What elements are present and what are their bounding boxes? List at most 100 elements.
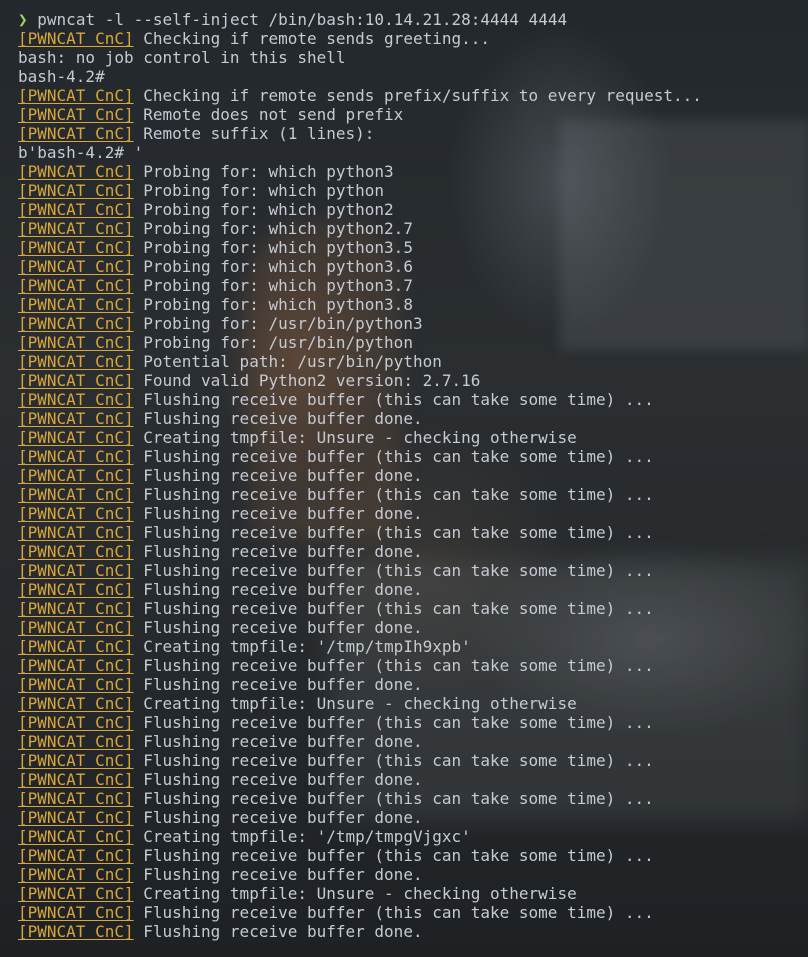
- output-line: [PWNCAT CnC] Flushing receive buffer don…: [18, 865, 808, 884]
- output-text: Flushing receive buffer (this can take s…: [133, 846, 654, 865]
- output-line: [PWNCAT CnC] Flushing receive buffer (th…: [18, 485, 808, 504]
- pwncat-tag: [PWNCAT CnC]: [18, 295, 134, 314]
- output-text: Found valid Python2 version: 2.7.16: [133, 371, 481, 390]
- command-line: ❯ pwncat -l --self-inject /bin/bash:10.1…: [18, 10, 808, 29]
- output-line: [PWNCAT CnC] Flushing receive buffer (th…: [18, 789, 808, 808]
- pwncat-tag: [PWNCAT CnC]: [18, 124, 134, 143]
- output-text: bash-4.2#: [18, 67, 105, 86]
- output-text: Flushing receive buffer done.: [133, 675, 423, 694]
- output-text: Probing for: which python3: [133, 162, 394, 181]
- pwncat-tag: [PWNCAT CnC]: [18, 428, 134, 447]
- output-text: Flushing receive buffer (this can take s…: [133, 390, 654, 409]
- pwncat-tag: [PWNCAT CnC]: [18, 542, 134, 561]
- output-line: [PWNCAT CnC] Flushing receive buffer (th…: [18, 561, 808, 580]
- pwncat-tag: [PWNCAT CnC]: [18, 637, 134, 656]
- pwncat-tag: [PWNCAT CnC]: [18, 656, 134, 675]
- output-line: [PWNCAT CnC] Remote does not send prefix: [18, 105, 808, 124]
- output-text: Checking if remote sends prefix/suffix t…: [133, 86, 702, 105]
- pwncat-tag: [PWNCAT CnC]: [18, 466, 134, 485]
- output-line: [PWNCAT CnC] Flushing receive buffer (th…: [18, 751, 808, 770]
- pwncat-tag: [PWNCAT CnC]: [18, 333, 134, 352]
- pwncat-tag: [PWNCAT CnC]: [18, 808, 134, 827]
- output-text: Probing for: which python2: [133, 200, 394, 219]
- output-text: Checking if remote sends greeting...: [133, 29, 491, 48]
- output-line: [PWNCAT CnC] Flushing receive buffer don…: [18, 580, 808, 599]
- output-line: [PWNCAT CnC] Flushing receive buffer (th…: [18, 656, 808, 675]
- output-text: Remote suffix (1 lines):: [133, 124, 375, 143]
- output-text: Probing for: which python3.7: [133, 276, 413, 295]
- output-text: Flushing receive buffer done.: [133, 808, 423, 827]
- pwncat-tag: [PWNCAT CnC]: [18, 884, 134, 903]
- output-text: Remote does not send prefix: [133, 105, 404, 124]
- output-line: [PWNCAT CnC] Flushing receive buffer don…: [18, 542, 808, 561]
- output-line: [PWNCAT CnC] Found valid Python2 version…: [18, 371, 808, 390]
- terminal-output[interactable]: ❯ pwncat -l --self-inject /bin/bash:10.1…: [18, 10, 808, 941]
- output-line: [PWNCAT CnC] Creating tmpfile: Unsure - …: [18, 694, 808, 713]
- output-text: Probing for: /usr/bin/python: [133, 333, 413, 352]
- pwncat-tag: [PWNCAT CnC]: [18, 447, 134, 466]
- output-text: Flushing receive buffer done.: [133, 922, 423, 941]
- output-line: bash: no job control in this shell: [18, 48, 808, 67]
- output-text: Flushing receive buffer (this can take s…: [133, 751, 654, 770]
- pwncat-tag: [PWNCAT CnC]: [18, 105, 134, 124]
- pwncat-tag: [PWNCAT CnC]: [18, 827, 134, 846]
- output-line: [PWNCAT CnC] Flushing receive buffer (th…: [18, 903, 808, 922]
- pwncat-tag: [PWNCAT CnC]: [18, 238, 134, 257]
- output-line: [PWNCAT CnC] Flushing receive buffer (th…: [18, 390, 808, 409]
- output-text: Flushing receive buffer (this can take s…: [133, 656, 654, 675]
- output-line: [PWNCAT CnC] Probing for: which python3.…: [18, 276, 808, 295]
- output-line: [PWNCAT CnC] Flushing receive buffer don…: [18, 466, 808, 485]
- output-line: b'bash-4.2# ': [18, 143, 808, 162]
- output-text: Probing for: which python3.6: [133, 257, 413, 276]
- output-text: bash: no job control in this shell: [18, 48, 346, 67]
- output-text: Flushing receive buffer (this can take s…: [133, 485, 654, 504]
- pwncat-tag: [PWNCAT CnC]: [18, 485, 134, 504]
- output-line: [PWNCAT CnC] Probing for: which python3.…: [18, 257, 808, 276]
- output-line: [PWNCAT CnC] Potential path: /usr/bin/py…: [18, 352, 808, 371]
- pwncat-tag: [PWNCAT CnC]: [18, 200, 134, 219]
- terminal-window[interactable]: ❯ pwncat -l --self-inject /bin/bash:10.1…: [0, 0, 808, 957]
- output-line: [PWNCAT CnC] Probing for: which python3.…: [18, 295, 808, 314]
- output-line: [PWNCAT CnC] Flushing receive buffer don…: [18, 409, 808, 428]
- output-text: Probing for: /usr/bin/python3: [133, 314, 423, 333]
- pwncat-tag: [PWNCAT CnC]: [18, 162, 134, 181]
- output-line: [PWNCAT CnC] Creating tmpfile: Unsure - …: [18, 428, 808, 447]
- output-line: [PWNCAT CnC] Creating tmpfile: Unsure - …: [18, 884, 808, 903]
- output-text: Flushing receive buffer done.: [133, 770, 423, 789]
- output-text: Flushing receive buffer (this can take s…: [133, 789, 654, 808]
- output-text: Flushing receive buffer (this can take s…: [133, 903, 654, 922]
- pwncat-tag: [PWNCAT CnC]: [18, 675, 134, 694]
- output-line: [PWNCAT CnC] Flushing receive buffer don…: [18, 808, 808, 827]
- output-text: Flushing receive buffer (this can take s…: [133, 713, 654, 732]
- output-line: [PWNCAT CnC] Probing for: which python2: [18, 200, 808, 219]
- output-text: Flushing receive buffer (this can take s…: [133, 561, 654, 580]
- command-text: pwncat -l --self-inject /bin/bash:10.14.…: [37, 10, 568, 29]
- output-line: [PWNCAT CnC] Flushing receive buffer don…: [18, 732, 808, 751]
- output-line: [PWNCAT CnC] Checking if remote sends pr…: [18, 86, 808, 105]
- output-text: Flushing receive buffer (this can take s…: [133, 447, 654, 466]
- output-text: Flushing receive buffer done.: [133, 542, 423, 561]
- output-line: [PWNCAT CnC] Flushing receive buffer (th…: [18, 523, 808, 542]
- pwncat-tag: [PWNCAT CnC]: [18, 618, 134, 637]
- output-text: Flushing receive buffer (this can take s…: [133, 523, 654, 542]
- pwncat-tag: [PWNCAT CnC]: [18, 352, 134, 371]
- output-line: [PWNCAT CnC] Probing for: which python3.…: [18, 238, 808, 257]
- pwncat-tag: [PWNCAT CnC]: [18, 523, 134, 542]
- output-text: Flushing receive buffer done.: [133, 865, 423, 884]
- pwncat-tag: [PWNCAT CnC]: [18, 846, 134, 865]
- output-line: [PWNCAT CnC] Flushing receive buffer don…: [18, 770, 808, 789]
- output-text: Creating tmpfile: Unsure - checking othe…: [133, 884, 577, 903]
- output-line: bash-4.2#: [18, 67, 808, 86]
- output-line: [PWNCAT CnC] Remote suffix (1 lines):: [18, 124, 808, 143]
- pwncat-tag: [PWNCAT CnC]: [18, 409, 134, 428]
- output-text: Flushing receive buffer done.: [133, 504, 423, 523]
- output-line: [PWNCAT CnC] Flushing receive buffer don…: [18, 922, 808, 941]
- pwncat-tag: [PWNCAT CnC]: [18, 713, 134, 732]
- output-line: [PWNCAT CnC] Probing for: which python: [18, 181, 808, 200]
- output-line: [PWNCAT CnC] Creating tmpfile: '/tmp/tmp…: [18, 637, 808, 656]
- output-text: Probing for: which python: [133, 181, 385, 200]
- output-line: [PWNCAT CnC] Probing for: /usr/bin/pytho…: [18, 314, 808, 333]
- output-text: Probing for: which python3.5: [133, 238, 413, 257]
- pwncat-tag: [PWNCAT CnC]: [18, 694, 134, 713]
- output-line: [PWNCAT CnC] Probing for: which python2.…: [18, 219, 808, 238]
